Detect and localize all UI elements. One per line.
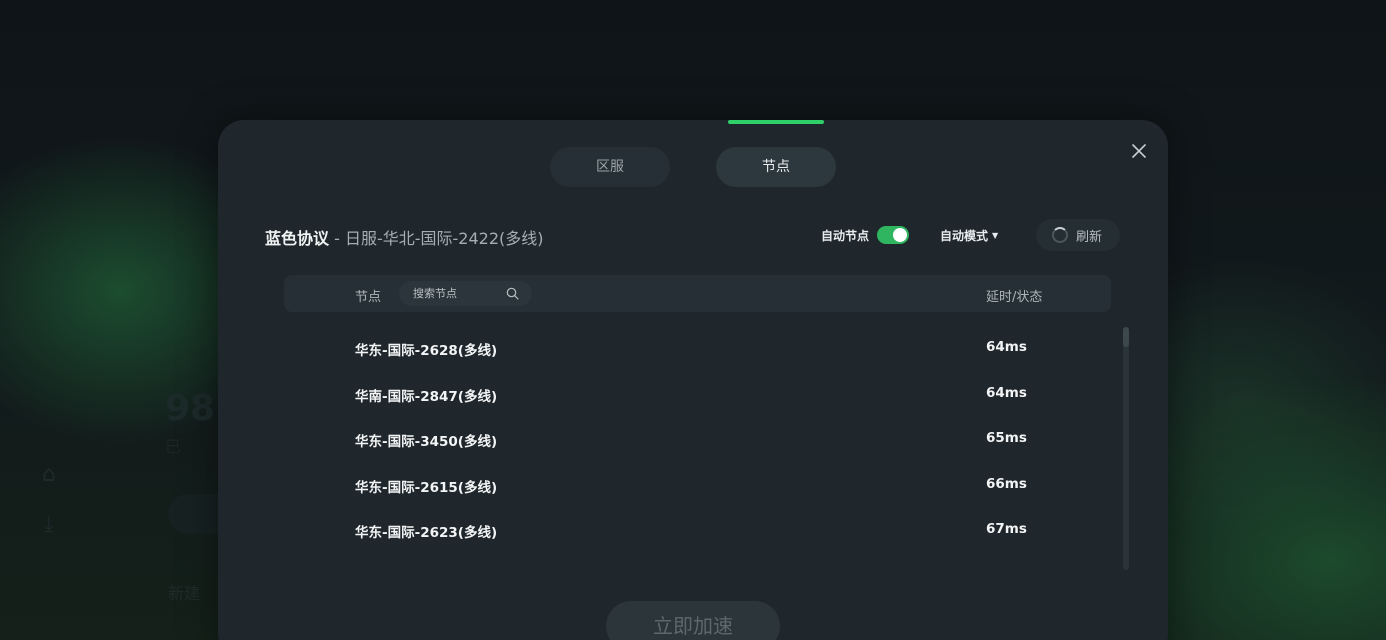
scrollbar-track[interactable]: [1123, 327, 1129, 570]
auto-mode-label: 自动模式: [940, 229, 989, 243]
background-new-label: 新建: [168, 584, 201, 603]
download-icon: ⤓: [44, 512, 54, 537]
node-select-dialog: 区服 节点 蓝色协议 - 日服-华北-国际-2422(多线) 自动节点 自动模式…: [218, 120, 1168, 640]
current-node: 日服-华北-国际-2422(多线): [344, 229, 544, 248]
node-latency: 65ms: [986, 430, 1027, 446]
node-latency: 67ms: [986, 521, 1027, 537]
search-input[interactable]: [413, 285, 503, 301]
dialog-title: 蓝色协议 - 日服-华北-国际-2422(多线): [265, 225, 544, 249]
node-name: 华东-国际-2628(多线): [355, 343, 498, 359]
column-header-latency: 延时/状态: [986, 290, 1043, 305]
node-latency: 64ms: [986, 339, 1027, 355]
refresh-button[interactable]: 刷新: [1036, 219, 1120, 251]
tab-node[interactable]: 节点: [716, 147, 836, 187]
column-header-node: 节点: [355, 290, 382, 305]
node-row[interactable]: 华东-国际-3450(多线) 65ms: [284, 417, 1111, 463]
scrollbar-thumb[interactable]: [1123, 327, 1129, 347]
top-accent-bar: [728, 120, 824, 124]
spinner-icon: [1052, 227, 1068, 243]
search-box[interactable]: [399, 281, 532, 306]
node-row[interactable]: 华南-国际-2847(多线) 64ms: [284, 372, 1111, 418]
search-icon[interactable]: [506, 287, 519, 300]
node-latency: 66ms: [986, 475, 1027, 492]
node-row[interactable]: 华东-国际-2615(多线) 66ms: [284, 463, 1111, 509]
background-score: 98: [165, 388, 216, 429]
node-row[interactable]: 华东-国际-2623(多线) 67ms: [284, 508, 1111, 554]
node-name: 华东-国际-2615(多线): [355, 479, 498, 496]
auto-node-label: 自动节点: [821, 229, 870, 243]
close-icon[interactable]: [1130, 142, 1148, 160]
node-name: 华南-国际-2847(多线): [355, 388, 498, 405]
game-name: 蓝色协议: [265, 229, 330, 248]
refresh-label: 刷新: [1076, 230, 1103, 245]
table-header: 节点 延时/状态: [284, 275, 1111, 312]
node-name: 华东-国际-2623(多线): [355, 525, 498, 541]
auto-mode-dropdown[interactable]: 自动模式 ▼: [940, 227, 998, 244]
caret-down-icon: ▼: [992, 231, 999, 240]
auto-node-toggle[interactable]: [877, 226, 909, 244]
node-row[interactable]: 华东-国际-2628(多线) 64ms: [284, 326, 1111, 372]
background-subtext: 已: [165, 437, 182, 456]
node-name: 华东-国际-3450(多线): [355, 434, 498, 450]
home-icon: ⌂: [42, 462, 56, 487]
tab-region[interactable]: 区服: [550, 147, 670, 187]
accelerate-button[interactable]: 立即加速: [606, 601, 780, 640]
node-latency: 64ms: [986, 384, 1027, 401]
title-separator: -: [329, 229, 345, 248]
toggle-knob: [893, 228, 907, 242]
node-list: 华东-国际-2628(多线) 64ms 华南-国际-2847(多线) 64ms …: [284, 326, 1111, 554]
